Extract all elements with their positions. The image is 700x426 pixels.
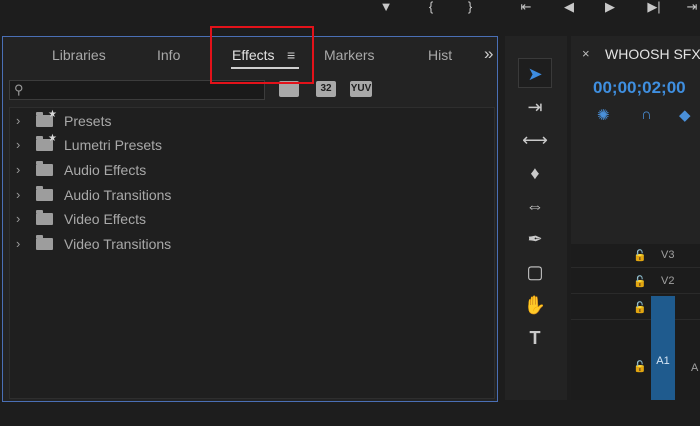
tree-item-lumetri-presets[interactable]: › ★ Lumetri Presets <box>10 133 494 156</box>
track-v3[interactable]: 🔓 V3 <box>571 244 700 268</box>
tree-item-video-effects[interactable]: › Video Effects <box>10 208 494 230</box>
add-marker-icon[interactable]: ◆ <box>679 106 691 124</box>
hand-tool-icon[interactable]: ✋ <box>518 290 552 320</box>
star-icon: ★ <box>48 133 57 144</box>
folder-icon <box>36 186 53 201</box>
sequence-tab[interactable]: WHOOSH SFX <box>605 46 700 62</box>
go-to-out-button[interactable]: ⇥ <box>682 0 700 18</box>
annotation-highlight-box <box>210 26 314 84</box>
track-v2[interactable]: 🔓 V2 <box>571 270 700 294</box>
ripple-edit-tool-icon[interactable]: ⟷ <box>518 125 552 155</box>
close-icon[interactable]: × <box>582 46 590 61</box>
tree-item-video-transitions[interactable]: › Video Transitions <box>10 233 494 255</box>
track-a1[interactable]: 🔓 A1 A <box>571 296 700 400</box>
tab-markers[interactable]: Markers <box>324 47 375 63</box>
chevron-right-icon[interactable]: › <box>16 187 20 202</box>
tools-panel: ➤ ⇥ ⟷ ♦ ⇔ ✒ ▢ ✋ T <box>505 36 567 400</box>
mark-out-button[interactable]: } <box>460 0 480 18</box>
mark-in-button[interactable]: { <box>421 0 441 18</box>
razor-tool-icon[interactable]: ♦ <box>518 158 552 188</box>
tab-history[interactable]: Hist <box>428 47 452 63</box>
chevron-right-icon[interactable]: › <box>16 236 20 251</box>
chevron-right-icon[interactable]: › <box>16 162 20 177</box>
rectangle-tool-icon[interactable]: ▢ <box>518 257 552 287</box>
marker-button[interactable]: ▼ <box>376 0 396 18</box>
playhead-timecode[interactable]: 00;00;02;00 <box>593 78 686 98</box>
folder-icon <box>36 210 53 225</box>
tab-libraries[interactable]: Libraries <box>52 47 106 63</box>
chevron-right-icon[interactable]: › <box>16 137 20 152</box>
tabs-overflow-icon[interactable]: » <box>484 44 493 64</box>
go-to-in-button[interactable]: ⇤ <box>516 0 536 18</box>
effects-panel: Libraries Info Effects ≡ Markers Hist » … <box>2 26 498 402</box>
tab-info[interactable]: Info <box>157 47 180 63</box>
timeline-panel: × WHOOSH SFX 00;00;02;00 ✺ ∩ ◆ 🔓 V3 🔓 V2… <box>571 36 700 400</box>
lock-icon[interactable]: 🔓 <box>633 275 647 288</box>
effects-tree: › ★ Presets › ★ Lumetri Presets › Audio … <box>9 107 495 399</box>
step-forward-button[interactable]: ▶| <box>644 0 664 18</box>
transport-bar: ▼ { } ⇤ ◀ ▶ ▶| ⇥ <box>0 0 700 32</box>
folder-icon <box>36 235 53 250</box>
32bit-filter-button[interactable]: 32 <box>316 81 336 97</box>
folder-icon <box>36 161 53 176</box>
star-icon: ★ <box>48 109 57 120</box>
linked-selection-icon[interactable]: ∩ <box>641 106 652 123</box>
step-back-button[interactable]: ◀ <box>559 0 579 18</box>
tree-item-presets[interactable]: › ★ Presets <box>10 109 494 132</box>
pen-tool-icon[interactable]: ✒ <box>518 224 552 254</box>
yuv-filter-button[interactable]: YUV <box>350 81 372 97</box>
snap-icon[interactable]: ✺ <box>597 106 610 124</box>
lock-icon[interactable]: 🔓 <box>633 249 647 262</box>
tree-item-audio-transitions[interactable]: › Audio Transitions <box>10 184 494 206</box>
slip-tool-icon[interactable]: ⇔ <box>518 191 552 221</box>
chevron-right-icon[interactable]: › <box>16 113 20 128</box>
type-tool-icon[interactable]: T <box>518 323 552 353</box>
lock-icon[interactable]: 🔓 <box>633 360 647 373</box>
selection-tool-icon[interactable]: ➤ <box>518 58 552 88</box>
search-icon: ⚲ <box>14 82 24 97</box>
play-button[interactable]: ▶ <box>600 0 620 18</box>
track-select-tool-icon[interactable]: ⇥ <box>518 92 552 122</box>
tree-item-audio-effects[interactable]: › Audio Effects <box>10 159 494 181</box>
chevron-right-icon[interactable]: › <box>16 211 20 226</box>
